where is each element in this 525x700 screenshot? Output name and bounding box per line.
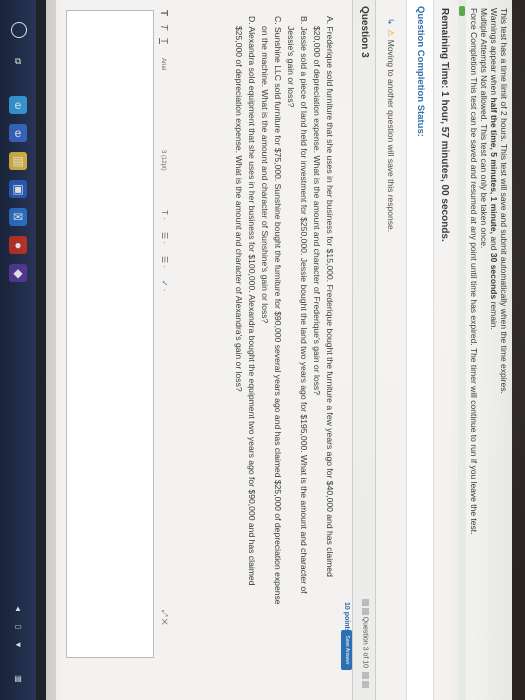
save-answer-button[interactable]: Save Answer — [341, 630, 352, 670]
screen-bezel — [36, 0, 46, 700]
app-icon[interactable]: ● — [9, 236, 27, 254]
search-icon[interactable] — [11, 22, 27, 38]
question-part-c-cont: on the machine. What is the amount and c… — [260, 26, 270, 324]
expand-editor-icon[interactable]: ⤢ ✕ — [159, 610, 169, 625]
question-part-d: D. Alexandra sold equipment that she use… — [247, 16, 257, 586]
multiple-attempts-info: Multiple Attempts Not allowed. This test… — [479, 8, 489, 249]
arrow-icon: ↳ — [386, 18, 396, 26]
editor-toolbar: T T T Arial 3 (12pt) T · ☰ · ☰ · ✓ · ⤢ ✕ — [154, 10, 172, 630]
text-color-icon[interactable]: T · — [160, 210, 169, 220]
question-completion-status-label: Question Completion Status: — [415, 6, 426, 137]
volume-icon[interactable]: ◄ — [9, 636, 27, 654]
ie-browser-icon[interactable]: e — [9, 124, 27, 142]
question-title: Question 3 — [359, 6, 370, 58]
question-part-c: C. Sunshine LLC sold furniture for $75,0… — [273, 16, 283, 605]
question-header: Question 3 Question 3 of 10 — [352, 0, 376, 700]
underline-button[interactable]: T — [158, 38, 169, 44]
app-icon-2[interactable]: ◆ — [9, 264, 27, 282]
question-part-a-cont: $20,000 of depreciation expense. What is… — [312, 26, 322, 396]
numbered-list-icon[interactable]: ☰ · — [160, 256, 169, 268]
remaining-time: Remaining Time: 1 hour, 57 minutes, 00 s… — [439, 8, 450, 242]
bullet-list-icon[interactable]: ☰ · — [160, 232, 169, 244]
force-completion-info: Force Completion This test can be saved … — [469, 8, 479, 535]
answer-textarea[interactable] — [66, 10, 154, 658]
question-part-b: B. Jessie sold a piece of land held for … — [299, 16, 309, 594]
question-counter: Question 3 of 10 — [362, 597, 369, 688]
last-question-icon[interactable] — [362, 681, 369, 688]
edge-browser-icon[interactable]: e — [9, 96, 27, 114]
question-part-b-cont: Jessie's gain or loss? — [286, 26, 296, 108]
file-explorer-icon[interactable]: ▤ — [9, 152, 27, 170]
spellcheck-icon[interactable]: ✓ · — [160, 280, 169, 292]
browser-screen: This test has a time limit of 2 hours. T… — [12, 0, 512, 700]
notifications-icon[interactable]: ▤ — [9, 670, 27, 688]
font-size-select[interactable]: 3 (12pt) — [160, 150, 166, 171]
question-text: A. Frederique sold furniture that she us… — [232, 16, 336, 656]
warning-icon: ⚠ — [386, 29, 396, 37]
save-warning: ↳⚠Moving to another question will save t… — [386, 18, 396, 233]
windows-taskbar: ⧉ e e ▤ ▣ ✉ ● ◆ ▲ ▭ ◄ ▤ — [0, 0, 36, 700]
italic-button[interactable]: T — [158, 24, 169, 30]
font-family-select[interactable]: Arial — [160, 58, 166, 70]
question-completion-status[interactable]: Question Completion Status: — [406, 0, 434, 700]
question-points: 10 points — [343, 602, 350, 633]
first-question-icon[interactable] — [362, 598, 369, 606]
mail-icon[interactable]: ✉ — [9, 208, 27, 226]
store-icon[interactable]: ▣ — [9, 180, 27, 198]
bold-button[interactable]: T — [158, 10, 169, 16]
next-question-icon[interactable] — [362, 672, 369, 679]
timer-bar — [458, 0, 466, 700]
timer-indicator — [459, 6, 465, 16]
warnings-info: Warnings appear when half the time, 5 mi… — [489, 8, 499, 330]
test-info-box: This test has a time limit of 2 hours. T… — [465, 0, 512, 700]
task-view-icon[interactable]: ⧉ — [9, 52, 27, 70]
question-part-d-cont: $25,000 of depreciation expense. What is… — [234, 26, 244, 392]
network-icon[interactable]: ▭ — [9, 618, 27, 636]
question-part-a: A. Frederique sold furniture that she us… — [325, 16, 335, 577]
time-limit-info: This test has a time limit of 2 hours. T… — [499, 8, 509, 394]
previous-question-icon[interactable] — [362, 607, 369, 615]
photo-background: This test has a time limit of 2 hours. T… — [0, 0, 525, 700]
system-tray-icon[interactable]: ▲ — [9, 600, 27, 618]
